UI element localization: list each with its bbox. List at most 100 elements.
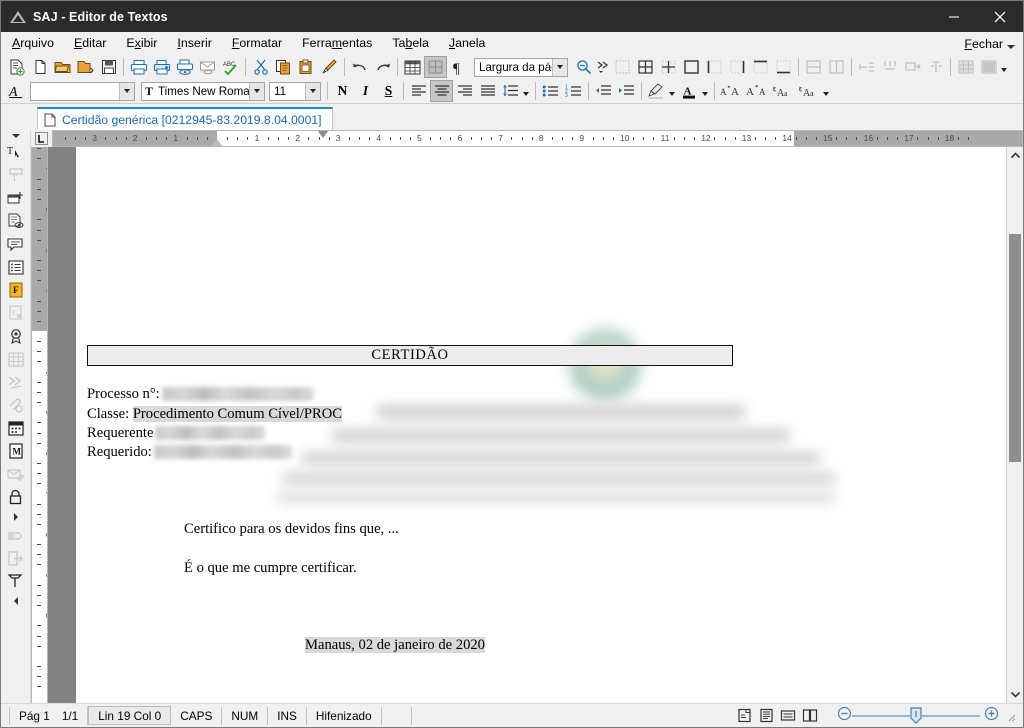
menu-tabela[interactable]: Tabela xyxy=(383,33,438,53)
web-view-icon[interactable] xyxy=(777,706,799,726)
vertical-ruler[interactable]: 12341234567 xyxy=(31,147,48,703)
status-caps[interactable]: CAPS xyxy=(171,706,223,725)
table-properties-icon[interactable] xyxy=(424,56,447,78)
attachment-icon[interactable] xyxy=(3,394,29,416)
scrollbar-thumb[interactable] xyxy=(1009,234,1021,462)
table-shading-icon[interactable] xyxy=(977,56,1000,78)
menu-janela[interactable]: Janela xyxy=(440,33,495,53)
menu-overflow-caret-icon[interactable] xyxy=(1007,45,1015,49)
show-marks-icon[interactable]: ¶ xyxy=(447,56,470,78)
scroll-up-icon[interactable] xyxy=(1007,147,1023,164)
select-table-icon[interactable] xyxy=(611,56,634,78)
lowercase-icon[interactable]: Aa xyxy=(796,80,822,102)
menu-arquivo[interactable]: Arquivo xyxy=(3,33,63,53)
status-hyphenation[interactable]: Hifenizado xyxy=(307,706,382,725)
scrollbar-track[interactable] xyxy=(1007,164,1023,686)
font-name-combo[interactable]: T Times New Romar xyxy=(141,81,265,101)
comment-icon[interactable] xyxy=(3,233,29,255)
font-size-combo[interactable]: 11 xyxy=(269,81,321,101)
bullet-list-icon[interactable] xyxy=(539,80,562,102)
document-properties-icon[interactable] xyxy=(3,210,29,232)
formatting-overflow-caret-icon[interactable] xyxy=(823,92,829,96)
distribute-rows-icon[interactable] xyxy=(855,56,878,78)
table-grid-icon[interactable] xyxy=(3,348,29,370)
print-icon[interactable] xyxy=(127,56,150,78)
paste-icon[interactable] xyxy=(295,56,318,78)
signature-icon[interactable] xyxy=(3,325,29,347)
outside-border-icon[interactable] xyxy=(680,56,703,78)
left-border-icon[interactable] xyxy=(703,56,726,78)
top-border-icon[interactable] xyxy=(749,56,772,78)
align-right-icon[interactable] xyxy=(453,80,476,102)
decrease-font-icon[interactable]: AA xyxy=(744,80,770,102)
menu-formatar[interactable]: Formatar xyxy=(223,33,291,53)
vertical-scrollbar[interactable] xyxy=(1006,147,1023,703)
undo-icon[interactable] xyxy=(348,56,371,78)
page-content[interactable]: CERTIDÃO Processo n°: Classe: Procedimen… xyxy=(76,147,1006,703)
menu-inserir[interactable]: Inserir xyxy=(168,33,220,53)
paragraph-style-icon[interactable]: A xyxy=(5,80,28,102)
zoom-out-icon[interactable] xyxy=(572,56,595,78)
collapse-caret-icon[interactable] xyxy=(11,134,20,138)
cut-icon[interactable] xyxy=(249,56,272,78)
align-left-icon[interactable] xyxy=(407,80,430,102)
first-line-indent-marker[interactable] xyxy=(316,131,329,138)
split-cells-icon[interactable] xyxy=(825,56,848,78)
menu-editar[interactable]: Editar xyxy=(65,33,115,53)
merge-cells-icon[interactable] xyxy=(802,56,825,78)
new-document-with-model-icon[interactable] xyxy=(5,56,28,78)
envelope-icon[interactable] xyxy=(3,463,29,485)
font-color-icon[interactable]: A xyxy=(678,80,701,102)
zoom-track-right[interactable] xyxy=(922,714,980,717)
insert-column-icon[interactable] xyxy=(924,56,947,78)
zoom-combo-caret-icon[interactable] xyxy=(552,58,567,76)
align-justify-icon[interactable] xyxy=(476,80,499,102)
left-indent-marker[interactable] xyxy=(211,139,223,146)
menu-ferramentas[interactable]: Ferramentas xyxy=(293,33,381,53)
all-borders-icon[interactable] xyxy=(634,56,657,78)
document-tab[interactable]: Certidão genérica [0212945-83.2019.8.04.… xyxy=(37,107,333,130)
inside-borders-icon[interactable] xyxy=(657,56,680,78)
distribute-columns-icon[interactable] xyxy=(878,56,901,78)
export-icon[interactable] xyxy=(3,547,29,569)
open-model-icon[interactable] xyxy=(74,56,97,78)
merge-more-icon[interactable] xyxy=(595,56,611,78)
font-combo-caret-icon[interactable] xyxy=(249,82,264,100)
calendar-icon[interactable] xyxy=(3,417,29,439)
align-center-icon[interactable] xyxy=(430,80,453,102)
scroll-down-icon[interactable] xyxy=(1007,686,1023,703)
seal-icon[interactable] xyxy=(3,524,29,546)
copy-icon[interactable] xyxy=(272,56,295,78)
right-border-icon[interactable] xyxy=(726,56,749,78)
flag-marker-icon[interactable]: F xyxy=(3,279,29,301)
font-color-caret-icon[interactable] xyxy=(702,92,708,96)
size-combo-caret-icon[interactable] xyxy=(305,82,320,100)
underline-icon[interactable]: S xyxy=(377,80,400,102)
zoom-track-left[interactable] xyxy=(852,714,910,717)
decrease-indent-icon[interactable] xyxy=(592,80,615,102)
line-spacing-caret-icon[interactable] xyxy=(523,92,529,96)
format-painter-icon[interactable] xyxy=(318,56,341,78)
expand-caret-icon[interactable] xyxy=(13,513,18,521)
insert-table-icon[interactable] xyxy=(401,56,424,78)
highlight-color-icon[interactable] xyxy=(645,80,668,102)
increase-font-icon[interactable]: AA xyxy=(718,80,744,102)
two-page-view-icon[interactable] xyxy=(799,706,821,726)
redo-icon[interactable] xyxy=(371,56,394,78)
menu-exibir[interactable]: Exibir xyxy=(117,33,166,53)
status-num[interactable]: NUM xyxy=(222,706,269,725)
scroll-left-icon[interactable] xyxy=(13,597,18,605)
blank-document-icon[interactable] xyxy=(28,56,51,78)
numbered-list-icon[interactable]: 123 xyxy=(562,80,585,102)
status-ins[interactable]: INS xyxy=(268,706,307,725)
close-icon[interactable] xyxy=(977,1,1023,32)
send-mail-icon[interactable] xyxy=(196,56,219,78)
document-page[interactable]: CERTIDÃO Processo n°: Classe: Procedimen… xyxy=(76,147,1006,703)
insert-field-icon[interactable] xyxy=(3,187,29,209)
spellcheck-icon[interactable]: ABC xyxy=(219,56,242,78)
stamp-icon[interactable] xyxy=(3,570,29,592)
bold-icon[interactable]: N xyxy=(331,80,354,102)
zoom-minus-icon[interactable] xyxy=(837,706,852,726)
print-setup-icon[interactable] xyxy=(150,56,173,78)
list-items-icon[interactable] xyxy=(3,256,29,278)
